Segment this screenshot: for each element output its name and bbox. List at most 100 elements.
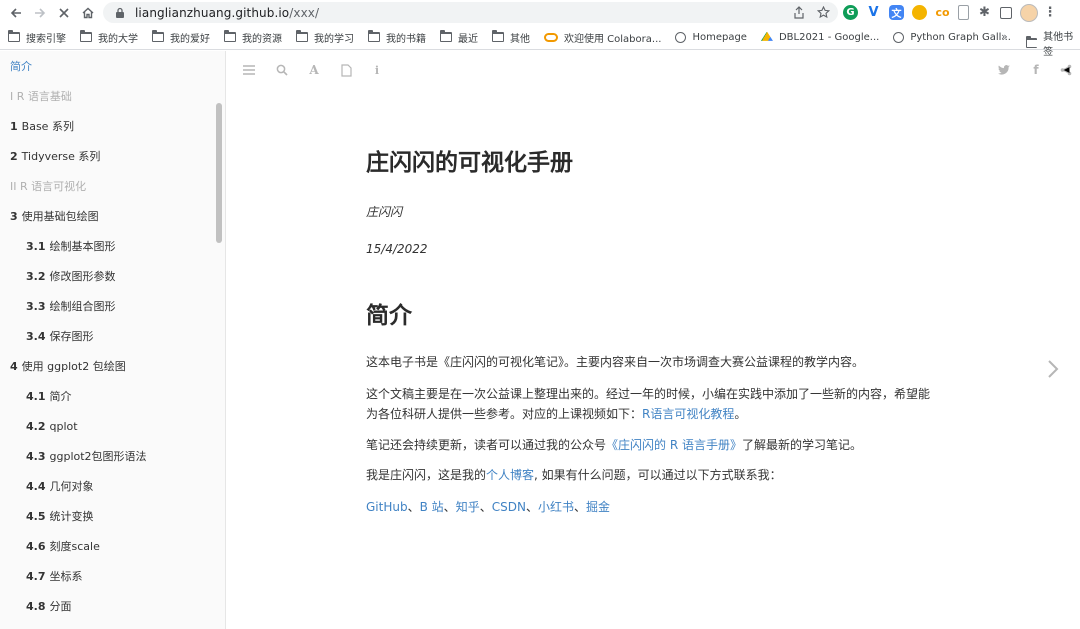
colab-extension-icon[interactable]: co [935, 5, 950, 20]
shield-extension-icon[interactable] [912, 5, 927, 20]
toc-item[interactable]: 4.3 ggplot2包图形语法 [26, 447, 147, 467]
bookmark-label: 搜索引擎 [26, 33, 66, 45]
bookmark-item[interactable]: 我的大学 [72, 27, 144, 47]
bookmark-item[interactable]: Homepage [667, 27, 753, 47]
bookmarks-bar: 搜索引擎 我的大学 我的爱好 我的资源 我的学习 我的书籍 最近 其他 欢迎使用 Colabor… [0, 25, 1080, 50]
paragraph-text: 了解最新的学习笔记。 [741, 438, 862, 452]
facebook-share-icon[interactable]: f [1029, 63, 1043, 77]
bookmarks-overflow-chevron-icon[interactable]: » [1001, 30, 1008, 43]
toc-sidebar: 简介 I R 语言基础 1 Base 系列 2 Tidyverse 系列 II R 语言可视… [0, 51, 226, 629]
avatar[interactable] [1020, 3, 1038, 22]
toc-item-number: 3.2 [26, 270, 46, 283]
toc-item-label: 绘制组合图形 [49, 300, 116, 313]
colab-icon [544, 32, 558, 42]
toc-item-number: 3.4 [26, 330, 46, 343]
sidebar-scrollbar[interactable] [216, 103, 222, 243]
vue-devtools-extension-icon[interactable]: V [866, 5, 881, 20]
toc-part-heading: II R 语言可视化 [10, 177, 86, 197]
toc-item[interactable]: 4.2 qplot [26, 417, 78, 437]
side-panel-icon[interactable] [1000, 6, 1012, 19]
separator: 、 [479, 500, 492, 514]
twitter-share-icon[interactable] [997, 63, 1011, 77]
separator: 、 [443, 500, 456, 514]
contact-link[interactable]: B 站 [420, 500, 444, 514]
contact-link[interactable]: CSDN [492, 500, 526, 514]
forward-button[interactable] [29, 2, 51, 24]
back-button[interactable] [5, 2, 27, 24]
toc-item[interactable]: 简介 [10, 57, 32, 77]
toc-item[interactable]: 1 Base 系列 [10, 117, 74, 137]
bookmark-label: 其他 [510, 33, 530, 45]
font-settings-icon[interactable]: A [307, 63, 321, 77]
toc-item-number: 3.3 [26, 300, 46, 313]
toc-item-number: 1 [10, 120, 18, 133]
toc-item-number: 3 [10, 210, 18, 223]
contact-link[interactable]: 知乎 [456, 500, 480, 514]
toc-item[interactable]: 2 Tidyverse 系列 [10, 147, 100, 167]
star-bookmark-icon[interactable] [816, 4, 830, 21]
toc-item[interactable]: 3.1 绘制基本图形 [26, 237, 116, 257]
search-icon[interactable] [275, 63, 289, 77]
contact-link[interactable]: 小红书 [538, 500, 574, 514]
back-arrow-icon [10, 8, 21, 18]
bookmark-item[interactable]: 最近 [432, 27, 484, 47]
toc-item[interactable]: 4 使用 ggplot2 包绘图 [10, 357, 126, 377]
video-course-link[interactable]: R语言可视化教程 [642, 407, 734, 421]
folder-icon [1026, 36, 1038, 48]
home-button[interactable] [77, 2, 99, 24]
contact-link[interactable]: GitHub [366, 500, 408, 514]
toc-item[interactable]: 4.1 简介 [26, 387, 72, 407]
toc-item[interactable]: 4.7 坐标系 [26, 567, 83, 587]
grammarly-extension-icon[interactable]: G [843, 5, 858, 20]
wechat-account-link[interactable]: 《庄闪闪的 R 语言手册》 [606, 438, 742, 452]
bookmark-item[interactable]: 我的爱好 [144, 27, 216, 47]
toc-item[interactable]: 4.8 分面 [26, 597, 72, 617]
toc-item[interactable]: 4.4 几何对象 [26, 477, 94, 497]
bookmark-label: 我的学习 [314, 33, 354, 45]
contact-link[interactable]: 掘金 [586, 500, 610, 514]
paragraph-text: 。 [734, 407, 747, 421]
toc-item[interactable]: 3.2 修改图形参数 [26, 267, 116, 287]
contact-links: GitHub、B 站、知乎、CSDN、小红书、掘金 [366, 497, 946, 517]
info-icon[interactable]: i [370, 63, 384, 77]
bookmark-item[interactable]: 我的学习 [288, 27, 360, 47]
share-icon[interactable] [1059, 63, 1073, 77]
toggle-sidebar-icon[interactable] [242, 63, 256, 77]
toc-item[interactable]: 4.6 刻度scale [26, 537, 100, 557]
toc-item-label: 使用基础包绘图 [21, 210, 99, 223]
bookmark-item[interactable]: 搜索引擎 [0, 27, 72, 47]
url-bar[interactable]: lianglianzhuang.github.io/xxx/ [103, 2, 838, 23]
translate-extension-icon[interactable]: 文 [889, 5, 904, 20]
more-menu-icon[interactable]: ⋮ [1044, 5, 1057, 20]
bookmark-item[interactable]: 其他 [484, 27, 536, 47]
forward-arrow-icon [35, 8, 46, 18]
toc-item-label: 绘制基本图形 [49, 240, 116, 253]
toc-item[interactable]: 3.3 绘制组合图形 [26, 297, 116, 317]
stop-loading-button[interactable] [53, 2, 75, 24]
toc-item[interactable]: 3 使用基础包绘图 [10, 207, 99, 227]
bookmark-label: 欢迎使用 Colabora... [564, 33, 662, 45]
document-extension-icon[interactable] [958, 5, 969, 20]
book-date: 15/4/2022 [366, 242, 428, 256]
bookmark-item[interactable]: Python Graph Gall... [885, 27, 1017, 47]
toc-item-label: 分面 [49, 600, 72, 613]
bookmark-item[interactable]: 欢迎使用 Colabora... [536, 27, 667, 47]
toc-item-label: 修改图形参数 [49, 270, 116, 283]
globe-icon [675, 31, 687, 43]
toc-item[interactable]: 4.5 统计变换 [26, 507, 94, 527]
next-page-button[interactable] [1043, 357, 1063, 381]
toc-item-label: 使用 ggplot2 包绘图 [21, 360, 126, 373]
bookmark-label: 我的爱好 [170, 33, 210, 45]
bookmark-item[interactable]: 我的资源 [216, 27, 288, 47]
bookmark-item[interactable]: DBL2021 - Google... [753, 27, 885, 47]
personal-blog-link[interactable]: 个人博客 [486, 468, 534, 482]
home-icon [82, 7, 94, 19]
puzzle-extensions-icon[interactable]: ✱ [977, 5, 992, 20]
toc-item[interactable]: 3.4 保存图形 [26, 327, 94, 347]
bookmark-item[interactable]: 我的书籍 [360, 27, 432, 47]
paragraph-text: 笔记还会持续更新，读者可以通过我的公众号 [366, 438, 607, 452]
share-icon[interactable] [792, 4, 806, 21]
toc-item-number: 4 [10, 360, 18, 373]
pdf-download-icon[interactable] [339, 63, 353, 77]
chevron-right-icon [1048, 360, 1059, 378]
